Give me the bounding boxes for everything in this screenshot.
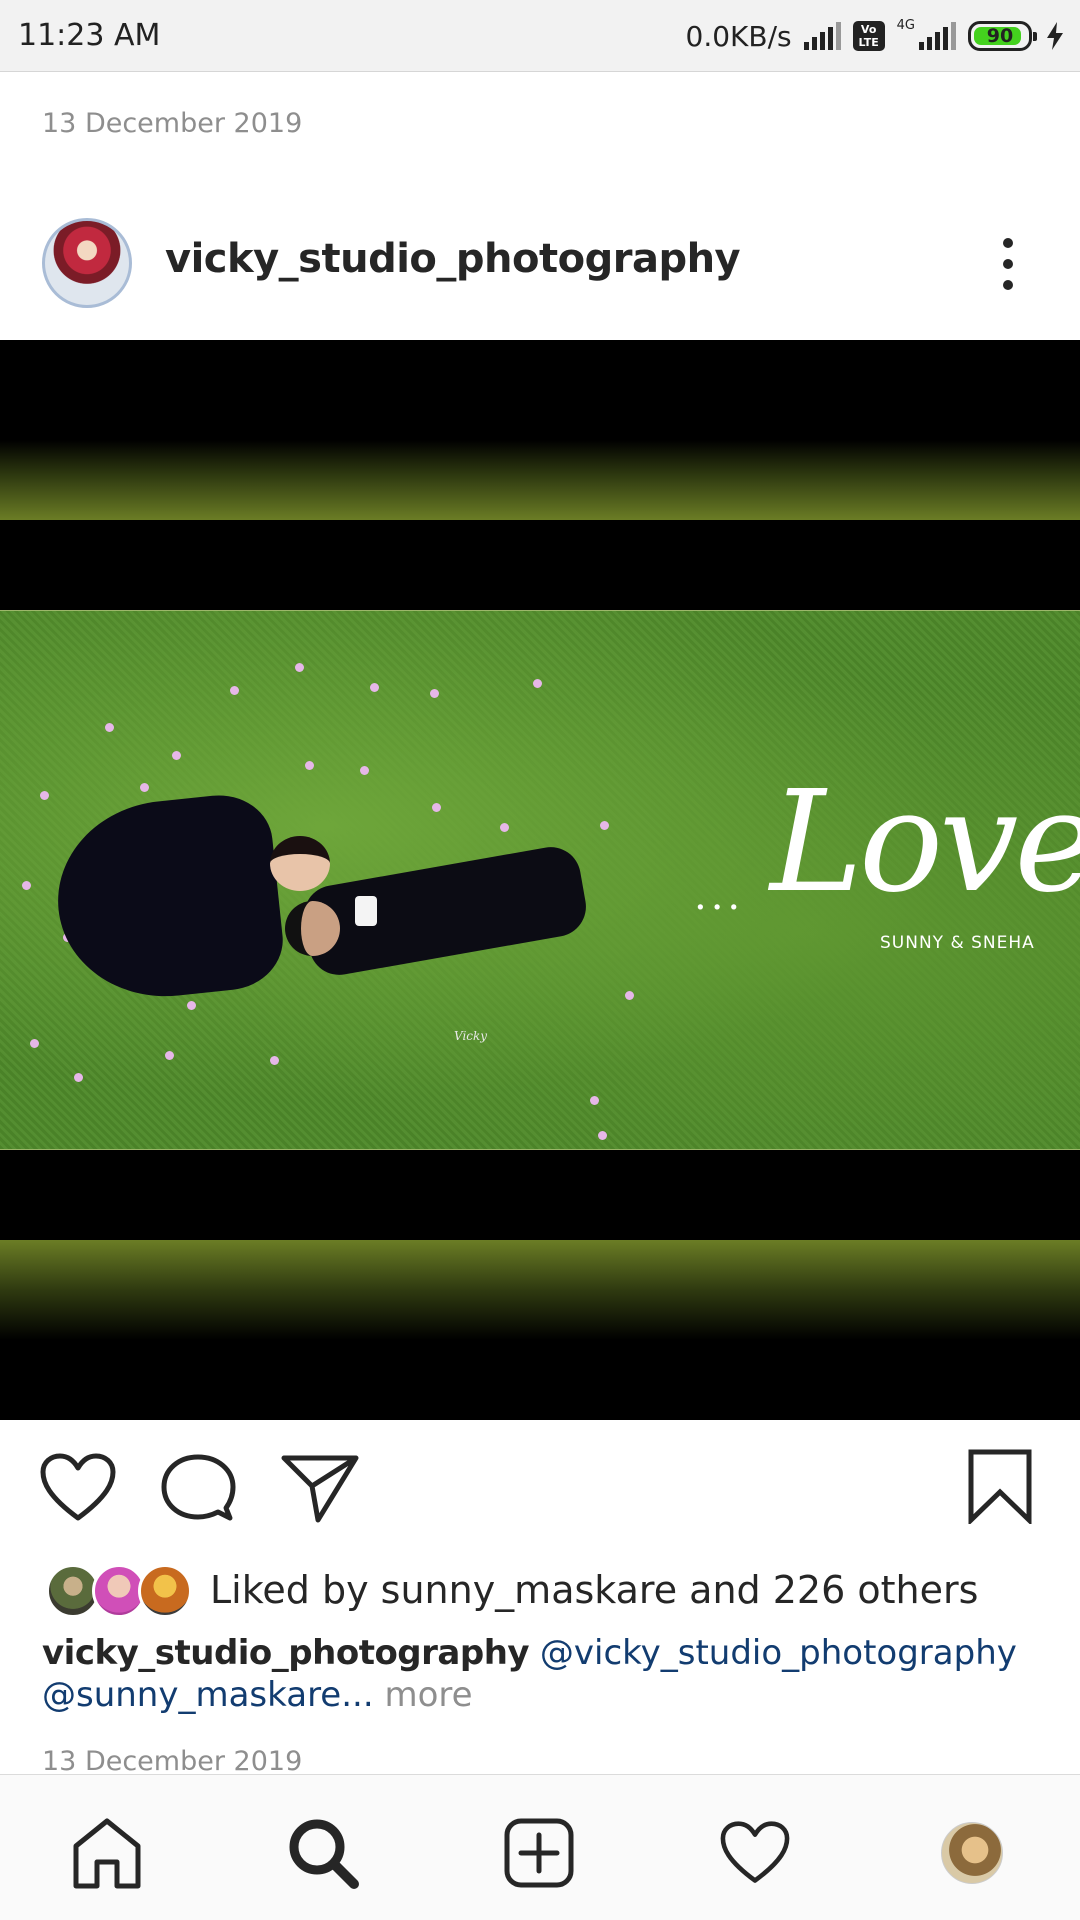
- image-love-text: Love: [770, 761, 1080, 924]
- likes-row[interactable]: Liked by sunny_maskare and 226 others: [42, 1560, 1042, 1620]
- network-speed: 0.0KB/s: [685, 19, 792, 53]
- liked-by-text[interactable]: Liked by sunny_maskare and 226 others: [210, 1568, 978, 1612]
- post-header: vicky_studio_photography: [0, 210, 1080, 310]
- share-icon[interactable]: [280, 1452, 360, 1524]
- caption-ellipsis: ...: [341, 1675, 374, 1715]
- charging-icon: [1047, 22, 1063, 50]
- signal-4g-icon: [919, 22, 956, 50]
- image-signature: Vicky: [454, 1029, 488, 1043]
- profile-avatar: [941, 1822, 1003, 1884]
- nav-activity[interactable]: [715, 1813, 795, 1893]
- search-icon: [289, 1819, 359, 1889]
- battery-icon: 90: [968, 21, 1037, 51]
- liker-avatar: [138, 1564, 192, 1618]
- status-bar: 11:23 AM 0.0KB/s Vo LTE 4G 90: [0, 0, 1080, 72]
- couple-man-head: [285, 901, 340, 956]
- caption-username[interactable]: vicky_studio_photography: [42, 1633, 530, 1673]
- battery-percent: 90: [986, 25, 1014, 47]
- post-date: 13 December 2019: [42, 1746, 303, 1777]
- nav-home[interactable]: [67, 1813, 147, 1893]
- couple-dress: [48, 790, 288, 1007]
- bottom-navigation: [0, 1774, 1080, 1920]
- couple-man: [299, 842, 591, 980]
- avatar[interactable]: [42, 218, 132, 308]
- couple-shirt: [355, 896, 377, 926]
- post-username[interactable]: vicky_studio_photography: [165, 236, 741, 282]
- post-media[interactable]: ... Love SUNNY & SNEHA Vicky: [0, 340, 1080, 1420]
- post-photo[interactable]: ... Love SUNNY & SNEHA Vicky: [0, 610, 1080, 1150]
- previous-post-date: 13 December 2019: [42, 108, 303, 139]
- post-caption: vicky_studio_photography @vicky_studio_p…: [42, 1632, 1042, 1716]
- status-time: 11:23 AM: [18, 18, 161, 53]
- network-type: 4G: [896, 18, 915, 33]
- bookmark-icon[interactable]: [966, 1448, 1034, 1524]
- more-options-icon[interactable]: [996, 238, 1020, 290]
- heart-icon[interactable]: [38, 1452, 118, 1524]
- comment-icon[interactable]: [160, 1452, 236, 1524]
- activity-heart-icon: [720, 1821, 790, 1883]
- home-icon: [73, 1818, 141, 1889]
- couple-woman-head: [270, 836, 330, 891]
- media-glow-top: [0, 440, 1080, 520]
- nav-search[interactable]: [283, 1813, 363, 1893]
- nav-profile[interactable]: [932, 1813, 1012, 1893]
- nav-add-post[interactable]: [499, 1813, 579, 1893]
- post-actions: [0, 1440, 1080, 1540]
- caption-mention[interactable]: @vicky_studio_photography: [540, 1633, 1017, 1673]
- caption-more-link[interactable]: more: [384, 1675, 472, 1715]
- caption-mention[interactable]: @sunny_maskare: [42, 1675, 341, 1715]
- volte-icon: Vo LTE: [852, 21, 885, 51]
- signal-icon: [803, 22, 841, 50]
- add-post-icon: [504, 1818, 574, 1888]
- image-dots: ...: [694, 873, 745, 919]
- media-glow-bottom: [0, 1240, 1080, 1340]
- image-names-text: SUNNY & SNEHA: [880, 933, 1035, 953]
- status-indicators: 0.0KB/s Vo LTE 4G 90: [686, 16, 1066, 56]
